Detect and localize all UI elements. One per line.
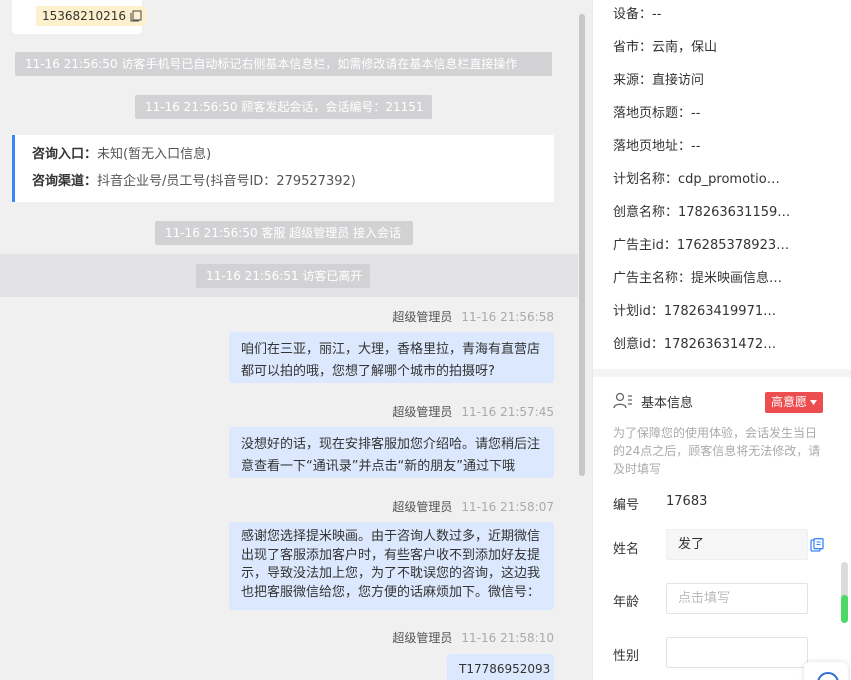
meta-province: 省市：云南，保山 [613,40,718,55]
intent-label: 高意愿 [771,395,808,409]
sender-name: 超级管理员 [392,310,453,324]
age-input[interactable]: 点击填写 [666,583,808,614]
entry-line-channel: 咨询渠道：抖音企业号/员工号(抖音号ID：279527392) [32,172,554,199]
system-message: 11-16 21:56:51 访客已离开 [196,264,370,288]
message-meta: 超级管理员 11-16 21:57:45 [392,403,554,420]
entry-label: 咨询渠道： [32,174,98,189]
section-divider [593,369,851,377]
caret-down-icon [810,400,818,405]
intent-dropdown[interactable]: 高意愿 [765,392,824,413]
message-line: 没想好的话，现在安排客服加您介绍哈。请您稍后注 [241,437,541,452]
message-time: 11-16 21:58:07 [461,500,554,514]
basic-info-header: 基本信息 [613,391,693,411]
message-line: 咱们在三亚，丽江，大理，香格里拉，青海有直营店 [241,342,541,357]
meta-advertiser-name: 广告主名称：提米映画信息… [613,271,783,286]
phone-card: 15368210216 [12,0,146,34]
meta-landing-url: 落地页地址：-- [613,139,701,154]
system-message: 11-16 21:56:50 客服 超级管理员 接入会话 [155,221,413,245]
gender-input[interactable] [666,637,808,668]
message-time: 11-16 21:58:10 [461,631,554,645]
customer-info-panel: 设备：-- 省市：云南，保山 来源：直接访问 落地页标题：-- 落地页地址：--… [592,0,851,680]
message-bubble: 咱们在三亚，丽江，大理，香格里拉，青海有直营店 都可以拍的哦，您想了解哪个城市的… [229,332,554,383]
chat-scrollbar[interactable] [579,14,585,476]
phone-chip: 15368210216 [36,6,146,26]
entry-line-source: 咨询入口：未知(暂无入口信息) [32,145,554,172]
help-icon [817,672,839,680]
meta-device: 设备：-- [613,7,662,22]
user-list-icon [613,391,633,411]
message-bubble: 感谢您选择提米映画。由于咨询人数过多，近期微信 出现了客服添加客户时，有些客户收… [229,522,554,610]
copy-icon[interactable] [810,538,824,552]
chat-panel: 15368210216 11-16 21:56:50 访客手机号已自动标记右侧基… [0,0,592,680]
phone-number: 15368210216 [42,9,126,23]
message-line: 都可以拍的哦，您想了解哪个城市的拍摄呀? [241,364,495,379]
id-label: 编号 [613,498,640,513]
side-scroll-indicator [841,595,848,623]
message-line: 也把客服微信给您，您方便的话麻烦加下。微信号： [241,584,541,600]
edit-notice: 为了保障您的使用体验，会话发生当日的24点之后，顾客信息将无法修改，请及时填写 [613,426,821,476]
message-meta: 超级管理员 11-16 21:58:10 [392,629,554,646]
name-label: 姓名 [613,542,640,557]
meta-plan-name: 计划名称：cdp_promotio… [613,172,780,187]
help-button[interactable] [804,662,848,680]
entry-card: 咨询入口：未知(暂无入口信息) 咨询渠道：抖音企业号/员工号(抖音号ID：279… [12,135,554,202]
meta-plan-id: 计划id：178263419971… [613,304,777,319]
message-line: T17786952093 [459,662,551,676]
entry-value: 未知(暂无入口信息) [97,147,212,162]
sender-name: 超级管理员 [392,631,453,645]
basic-info-title: 基本信息 [641,395,694,411]
meta-creative-id: 创意id：178263631472… [613,337,777,352]
age-label: 年龄 [613,595,640,610]
message-bubble: T17786952093 [447,654,554,680]
message-bubble: 没想好的话，现在安排客服加您介绍哈。请您稍后注 意查看一下“通讯录”并点击“新的… [229,427,554,478]
message-line: 意查看一下“通讯录”并点击“新的朋友”通过下哦 [241,459,515,474]
sender-name: 超级管理员 [392,405,453,419]
message-line: 感谢您选择提米映画。由于咨询人数过多，近期微信 [241,529,541,544]
entry-value: 抖音企业号/员工号(抖音号ID：279527392) [97,174,356,189]
name-field[interactable]: 发了 [666,529,808,560]
message-line: 示，导致没法加上您，为了不耽误您的咨询，这边我 [241,566,541,581]
message-time: 11-16 21:57:45 [461,405,554,419]
meta-landing-title: 落地页标题：-- [613,106,701,121]
copy-icon[interactable] [130,10,142,22]
message-meta: 超级管理员 11-16 21:56:58 [392,308,554,325]
gender-label: 性别 [613,649,640,664]
message-line: 出现了客服添加客户时，有些客户收不到添加好友提 [241,547,541,563]
system-message: 11-16 21:56:50 访客手机号已自动标记右侧基本信息栏，如需修改请在基… [15,52,552,76]
entry-label: 咨询入口： [32,147,98,162]
id-value: 17683 [666,494,708,509]
meta-advertiser-id: 广告主id：176285378923… [613,238,790,253]
system-message: 11-16 21:56:50 顾客发起会话，会话编号：21151 [135,95,432,119]
sender-name: 超级管理员 [392,500,453,514]
message-meta: 超级管理员 11-16 21:58:07 [392,498,554,515]
meta-creative-name: 创意名称：178263631159… [613,205,791,220]
message-time: 11-16 21:56:58 [461,310,554,324]
meta-source: 来源：直接访问 [613,73,705,88]
